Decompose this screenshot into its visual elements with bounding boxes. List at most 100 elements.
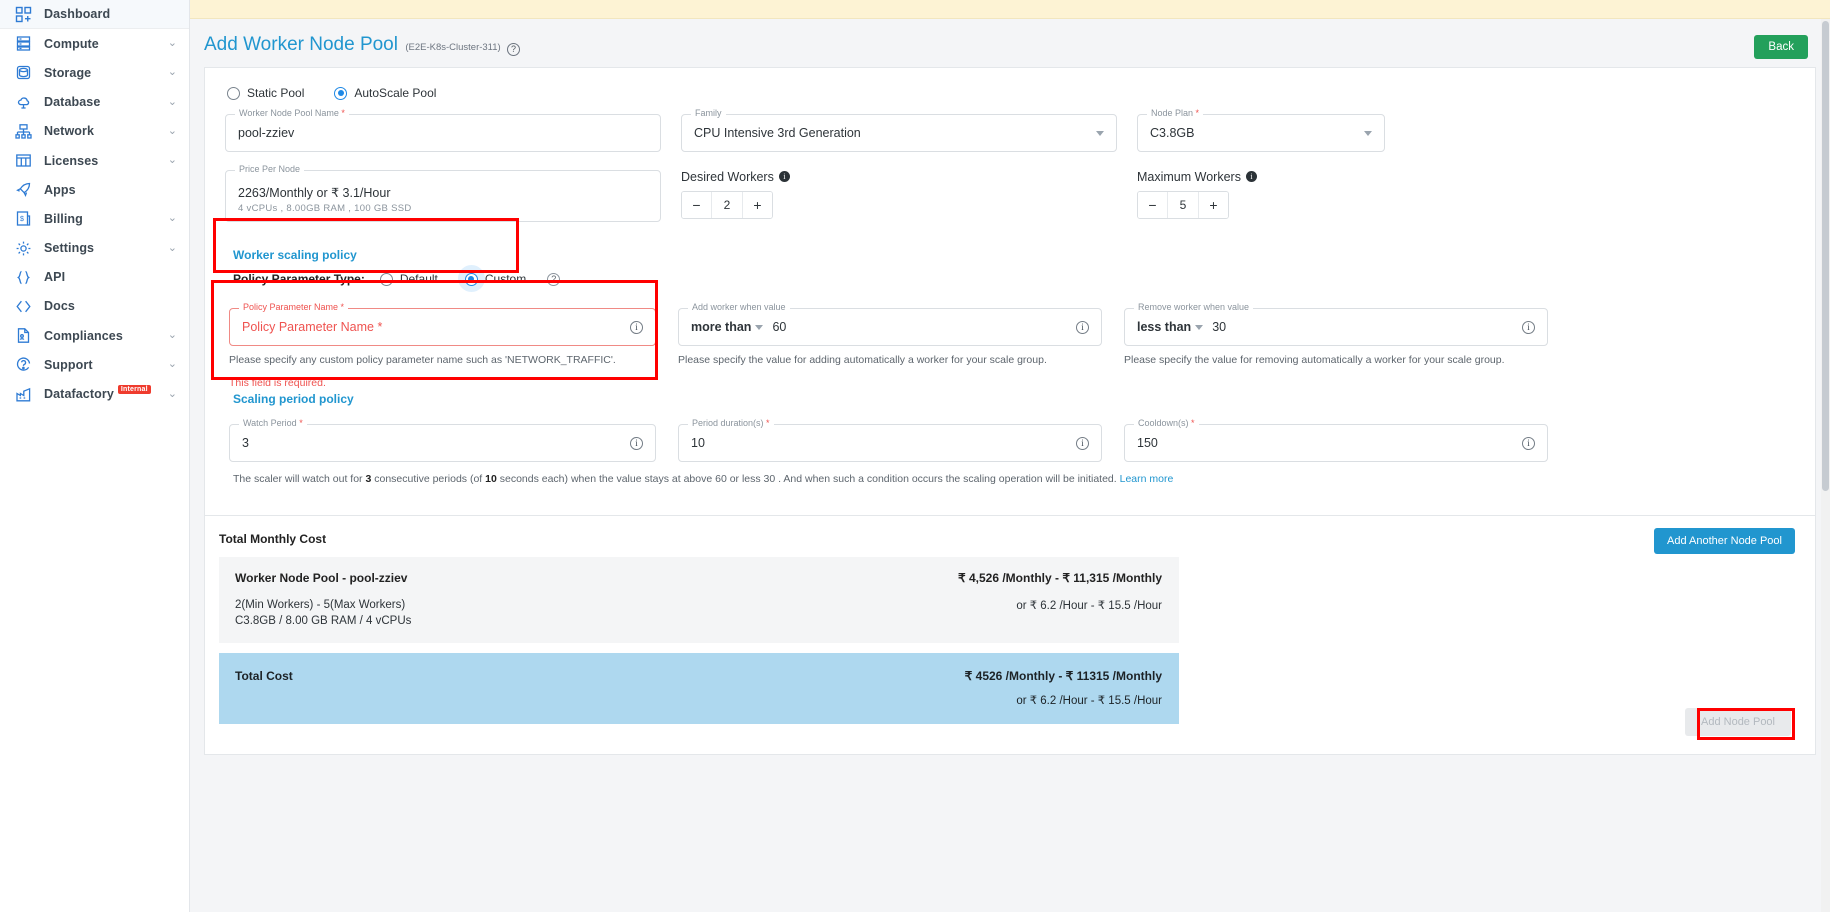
required-marker: *: [1188, 418, 1195, 429]
sidebar-item-label: Settings: [44, 241, 95, 256]
radio-label: Default: [399, 272, 438, 286]
maximum-workers-stepper[interactable]: − 5 +: [1137, 191, 1229, 219]
add-worker-when-outline[interactable]: Add worker when value more than 60 i: [678, 303, 1102, 346]
watch-period-value[interactable]: 3: [242, 436, 630, 450]
info-icon[interactable]: i: [630, 320, 643, 334]
sidebar-item-dashboard[interactable]: Dashboard: [0, 0, 189, 30]
braces-icon: [14, 268, 33, 287]
radio-indicator: [379, 272, 393, 286]
sidebar-item-network[interactable]: Network ⌄: [0, 117, 189, 146]
sidebar-item-label: Docs: [44, 299, 75, 314]
radio-policy-default[interactable]: Default: [379, 272, 438, 286]
info-icon[interactable]: i: [1245, 170, 1257, 182]
chevron-down-icon[interactable]: ⌄: [168, 330, 177, 341]
chevron-down-icon[interactable]: [1195, 324, 1204, 330]
watch-period-outline[interactable]: Watch Period * 3 i: [229, 419, 656, 463]
info-icon[interactable]: i: [1076, 320, 1089, 334]
add-worker-value[interactable]: 60: [772, 320, 786, 334]
total-cost-values: ₹ 4526 /Monthly - ₹ 11315 /Monthly or ₹ …: [965, 669, 1162, 707]
period-duration-value[interactable]: 10: [691, 436, 1076, 450]
pool-name-outline[interactable]: Worker Node Pool Name *: [225, 109, 661, 152]
summary-mid-1: consecutive periods (of: [371, 473, 486, 486]
pool-name-input[interactable]: [238, 126, 648, 140]
sidebar-item-compliances[interactable]: Compliances ⌄: [0, 321, 189, 350]
chevron-down-icon[interactable]: ⌄: [168, 155, 177, 166]
node-plan-select[interactable]: Node Plan * C3.8GB: [1137, 109, 1385, 152]
sidebar-item-licenses[interactable]: Licenses ⌄: [0, 146, 189, 175]
sidebar-item-database[interactable]: Database ⌄: [0, 88, 189, 117]
policy-parameter-name-outline[interactable]: Policy Parameter Name * Policy Parameter…: [229, 303, 656, 346]
chevron-down-icon[interactable]: [1364, 130, 1372, 136]
maximum-workers-value[interactable]: 5: [1167, 192, 1199, 218]
server-icon: [14, 34, 33, 53]
chevron-down-icon[interactable]: ⌄: [168, 359, 177, 370]
add-another-node-pool-button[interactable]: Add Another Node Pool: [1654, 527, 1795, 554]
info-icon[interactable]: i: [630, 436, 643, 450]
info-icon[interactable]: i: [1522, 320, 1535, 334]
field-label-text: Cooldown(s): [1138, 418, 1189, 429]
chevron-down-icon[interactable]: ⌄: [168, 125, 177, 137]
node-pool-cost-row: Worker Node Pool - pool-zziev 2(Min Work…: [219, 556, 1179, 643]
info-icon[interactable]: i: [778, 170, 790, 182]
learn-more-link[interactable]: Learn more: [1120, 473, 1174, 485]
summary-mid-2: seconds each) when the value stays at ab…: [496, 473, 1120, 486]
page-title: Add Worker Node Pool: [204, 34, 398, 55]
chevron-down-icon[interactable]: ⌄: [168, 213, 177, 224]
sidebar-item-datafactory[interactable]: Datafactory Internal ⌄: [0, 379, 189, 408]
sidebar-item-storage[interactable]: Storage ⌄: [0, 58, 189, 87]
add-worker-when-content: more than 60: [691, 320, 786, 334]
sidebar-item-docs[interactable]: Docs: [0, 292, 189, 321]
sidebar-item-api[interactable]: API: [0, 263, 189, 292]
chevron-down-icon[interactable]: ⌄: [168, 388, 177, 400]
placeholder-text: Policy Parameter Name: [242, 320, 374, 334]
period-duration-outline[interactable]: Period duration(s) * 10 i: [678, 419, 1102, 463]
chevron-down-icon[interactable]: [755, 324, 764, 330]
chevron-down-icon[interactable]: ⌄: [168, 242, 177, 254]
remove-worker-operator[interactable]: less than: [1137, 320, 1191, 334]
cost-pool-hourly: or ₹ 6.2 /Hour - ₹ 15.5 /Hour: [1016, 599, 1162, 612]
increment-button[interactable]: +: [1199, 192, 1228, 218]
node-pool-form-card: Static Pool AutoScale Pool Worker Node P…: [204, 67, 1816, 516]
scrollbar-thumb[interactable]: [1822, 21, 1829, 491]
desired-workers-value[interactable]: 2: [711, 192, 743, 218]
back-button[interactable]: Back: [1754, 35, 1808, 59]
chevron-down-icon[interactable]: [1096, 130, 1104, 136]
cooldown-outline[interactable]: Cooldown(s) * 150 i: [1124, 419, 1548, 463]
info-icon[interactable]: i: [1522, 436, 1535, 450]
remove-worker-when-content: less than 30: [1137, 320, 1226, 334]
sidebar-item-billing[interactable]: $ Billing ⌄: [0, 204, 189, 233]
remove-worker-when-outline[interactable]: Remove worker when value less than 30 i: [1124, 303, 1548, 346]
decrement-button[interactable]: −: [682, 192, 711, 218]
chevron-down-icon[interactable]: ⌄: [168, 96, 177, 108]
policy-parameter-type-group: Policy Parameter Type: Default Custom ?: [233, 265, 1801, 292]
add-worker-operator[interactable]: more than: [691, 320, 751, 334]
radio-policy-custom[interactable]: Custom: [457, 265, 526, 292]
remove-worker-value[interactable]: 30: [1212, 320, 1226, 334]
cost-pool-workers: 2(Min Workers) - 5(Max Workers): [235, 598, 406, 611]
sidebar-item-settings[interactable]: Settings ⌄: [0, 234, 189, 263]
desired-workers-stepper[interactable]: − 2 +: [681, 191, 773, 219]
info-icon[interactable]: i: [1076, 436, 1089, 450]
sidebar-item-support[interactable]: Support ⌄: [0, 350, 189, 379]
decrement-button[interactable]: −: [1138, 192, 1167, 218]
scaling-period-policy-title: Scaling period policy: [233, 392, 354, 407]
sidebar-item-apps[interactable]: Apps: [0, 175, 189, 204]
database-icon: [14, 63, 33, 82]
radio-autoscale-pool[interactable]: AutoScale Pool: [334, 86, 436, 100]
main-content: Add Worker Node Pool (E2E-K8s-Cluster-31…: [190, 0, 1830, 912]
help-icon[interactable]: ?: [507, 42, 521, 56]
chevron-down-icon[interactable]: ⌄: [168, 38, 177, 49]
field-label-text: Node Plan: [1151, 108, 1194, 118]
rocket-icon: [14, 180, 33, 199]
help-icon[interactable]: ?: [547, 272, 561, 286]
field-label: Node Plan *: [1147, 108, 1204, 118]
field-period-duration: Period duration(s) * 10 i: [678, 419, 1102, 463]
vertical-scrollbar[interactable]: [1821, 19, 1830, 912]
family-select[interactable]: Family CPU Intensive 3rd Generation: [681, 109, 1117, 152]
radio-static-pool[interactable]: Static Pool: [227, 86, 304, 100]
chevron-down-icon[interactable]: ⌄: [168, 67, 177, 78]
sidebar-item-compute[interactable]: Compute ⌄: [0, 29, 189, 58]
cooldown-value[interactable]: 150: [1137, 436, 1522, 450]
increment-button[interactable]: +: [743, 192, 772, 218]
add-node-pool-button[interactable]: Add Node Pool: [1685, 707, 1791, 736]
